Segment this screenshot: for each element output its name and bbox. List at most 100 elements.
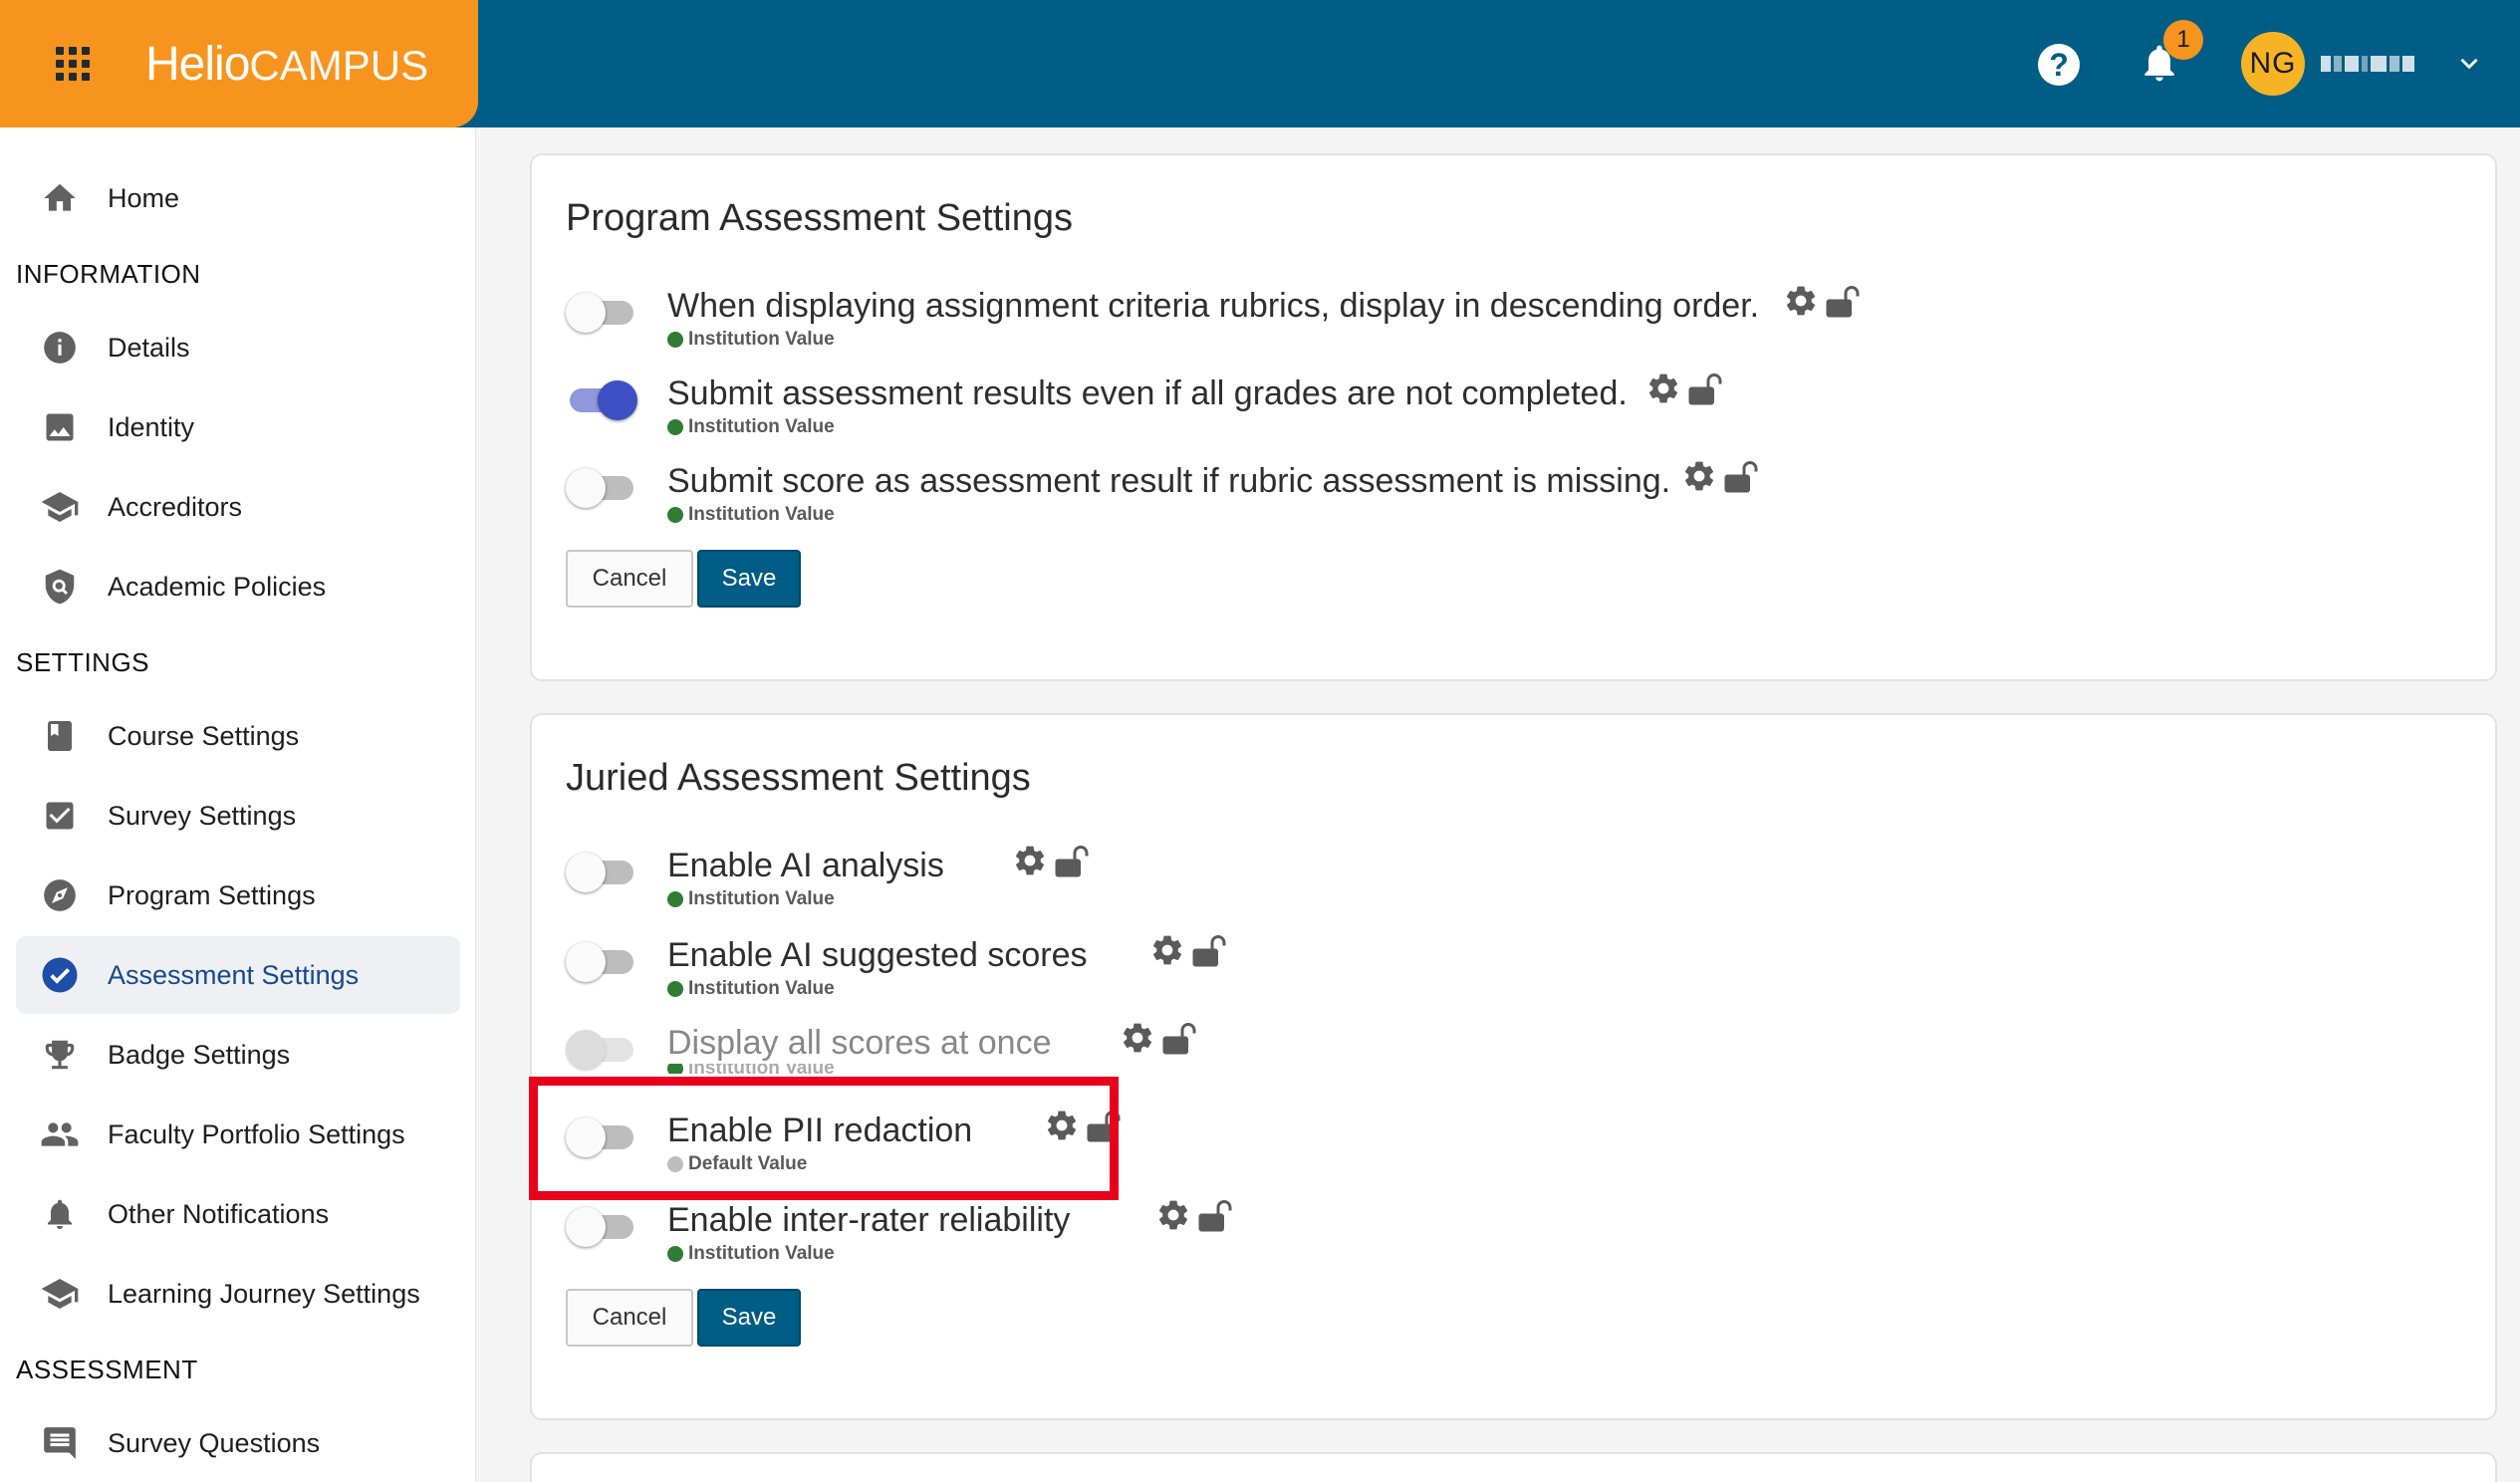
- setting-row: When displaying assignment criteria rubr…: [566, 286, 1960, 357]
- apps-grid-icon[interactable]: [56, 44, 96, 84]
- toggle-switch[interactable]: [566, 851, 637, 892]
- value-source: Institution Value: [667, 504, 835, 526]
- lock-open-icon[interactable]: [1191, 932, 1227, 968]
- status-dot: [667, 419, 683, 435]
- comment-icon: [40, 1423, 80, 1463]
- heliocampus-logo[interactable]: HelioCAMPUS: [145, 37, 428, 92]
- gear-icon[interactable]: [1681, 458, 1717, 494]
- section-heading-information: INFORMATION: [16, 259, 201, 289]
- bell-icon: [40, 1194, 80, 1234]
- lock-open-icon[interactable]: [1197, 1197, 1233, 1233]
- gear-icon[interactable]: [1044, 1108, 1080, 1143]
- lock-open-icon[interactable]: [1723, 458, 1759, 494]
- status-dot: [667, 981, 683, 997]
- value-source: Institution Value: [667, 978, 835, 1000]
- brand-area: HelioCAMPUS: [0, 0, 478, 127]
- status-dot: [667, 507, 683, 523]
- toggle-switch[interactable]: [566, 1028, 637, 1070]
- sidebar-item-course-settings[interactable]: Course Settings: [16, 697, 460, 775]
- setting-row: Enable inter-rater reliability Instituti…: [566, 1200, 1462, 1271]
- toggle-switch[interactable]: [566, 378, 637, 420]
- status-dot: [667, 1064, 683, 1074]
- gear-icon[interactable]: [1120, 1020, 1155, 1056]
- gear-icon[interactable]: [1645, 370, 1681, 406]
- program-assessment-settings-card: Program Assessment Settings When display…: [530, 153, 2497, 681]
- cancel-button[interactable]: Cancel: [566, 1289, 693, 1347]
- gear-icon[interactable]: [1012, 843, 1048, 878]
- sidebar-item-learning-journey-settings[interactable]: Learning Journey Settings: [16, 1255, 460, 1333]
- lock-open-icon[interactable]: [1825, 283, 1861, 319]
- setting-row: Enable PII redaction Default Value: [566, 1111, 1462, 1181]
- notification-count-badge: 1: [2163, 20, 2203, 60]
- setting-actions: [1681, 458, 1759, 494]
- lock-open-icon[interactable]: [1687, 370, 1723, 406]
- setting-row: Submit score as assessment result if rub…: [566, 461, 1960, 532]
- checkbox-icon: [40, 796, 80, 836]
- setting-actions: [1155, 1197, 1233, 1233]
- setting-row: Enable AI suggested scores Institution V…: [566, 935, 1462, 1006]
- toggle-switch[interactable]: [566, 1205, 637, 1247]
- juried-assessment-settings-card: Juried Assessment Settings Enable AI ana…: [530, 713, 2497, 1420]
- setting-actions: [1120, 1020, 1197, 1056]
- value-source: Institution Value: [667, 1243, 835, 1265]
- trophy-icon: [40, 1035, 80, 1075]
- chevron-down-icon[interactable]: [2456, 50, 2482, 76]
- policy-shield-icon: [40, 567, 80, 607]
- user-avatar[interactable]: NG: [2241, 32, 2305, 96]
- user-name-redacted[interactable]: [2321, 54, 2418, 74]
- sidebar-item-accreditors[interactable]: Accreditors: [16, 468, 460, 546]
- top-app-bar: HelioCAMPUS ? 1 NG: [0, 0, 2520, 127]
- sidebar-item-details[interactable]: Details: [16, 309, 460, 386]
- value-source: Institution Value: [667, 1064, 835, 1074]
- school-icon: [40, 1274, 80, 1314]
- sidebar-item-assessment-settings[interactable]: Assessment Settings: [16, 936, 460, 1014]
- status-dot: [667, 332, 683, 348]
- toggle-switch[interactable]: [566, 291, 637, 333]
- image-icon: [40, 407, 80, 447]
- value-source: Institution Value: [667, 329, 835, 351]
- cancel-button[interactable]: Cancel: [566, 550, 693, 608]
- sidebar-item-survey-settings[interactable]: Survey Settings: [16, 777, 460, 855]
- sidebar-item-badge-settings[interactable]: Badge Settings: [16, 1016, 460, 1094]
- toggle-switch[interactable]: [566, 466, 637, 508]
- compass-icon: [40, 875, 80, 915]
- setting-actions: [1645, 370, 1723, 406]
- gear-icon[interactable]: [1155, 1197, 1191, 1233]
- check-circle-icon: [40, 955, 80, 995]
- setting-row: Display all scores at once Institution V…: [566, 1023, 1462, 1094]
- sidebar-item-identity[interactable]: Identity: [16, 388, 460, 466]
- setting-actions: [1012, 843, 1090, 878]
- school-icon: [40, 487, 80, 527]
- save-button[interactable]: Save: [697, 1289, 801, 1347]
- toggle-switch[interactable]: [566, 940, 637, 982]
- status-dot: [667, 1246, 683, 1262]
- sidebar-item-other-notifications[interactable]: Other Notifications: [16, 1175, 460, 1253]
- sidebar-item-survey-questions[interactable]: Survey Questions: [16, 1404, 460, 1482]
- setting-row: Enable AI analysis Institution Value: [566, 846, 1462, 916]
- setting-row: Submit assessment results even if all gr…: [566, 373, 1960, 444]
- gear-icon[interactable]: [1149, 932, 1185, 968]
- section-heading-assessment: ASSESSMENT: [16, 1355, 198, 1384]
- save-button[interactable]: Save: [697, 550, 801, 608]
- status-dot: [667, 891, 683, 907]
- value-source: Institution Value: [667, 416, 835, 438]
- next-settings-card: [530, 1452, 2497, 1482]
- lock-open-icon[interactable]: [1086, 1108, 1122, 1143]
- sidebar-item-academic-policies[interactable]: Academic Policies: [16, 548, 460, 625]
- info-icon: [40, 328, 80, 368]
- value-source: Default Value: [667, 1153, 807, 1175]
- lock-open-icon[interactable]: [1054, 843, 1090, 878]
- gear-icon[interactable]: [1783, 283, 1819, 319]
- toggle-switch[interactable]: [566, 1115, 637, 1157]
- sidebar-item-faculty-portfolio-settings[interactable]: Faculty Portfolio Settings: [16, 1096, 460, 1173]
- sidebar-nav: Home INFORMATION Details Identity Accred…: [0, 127, 476, 1482]
- section-heading-settings: SETTINGS: [16, 647, 150, 677]
- value-source: Institution Value: [667, 888, 835, 910]
- setting-actions: [1044, 1108, 1122, 1143]
- lock-open-icon[interactable]: [1161, 1020, 1197, 1056]
- setting-actions: [1149, 932, 1227, 968]
- sidebar-item-program-settings[interactable]: Program Settings: [16, 857, 460, 934]
- sidebar-item-home[interactable]: Home: [16, 159, 460, 237]
- book-icon: [40, 716, 80, 756]
- help-icon[interactable]: ?: [2038, 44, 2080, 86]
